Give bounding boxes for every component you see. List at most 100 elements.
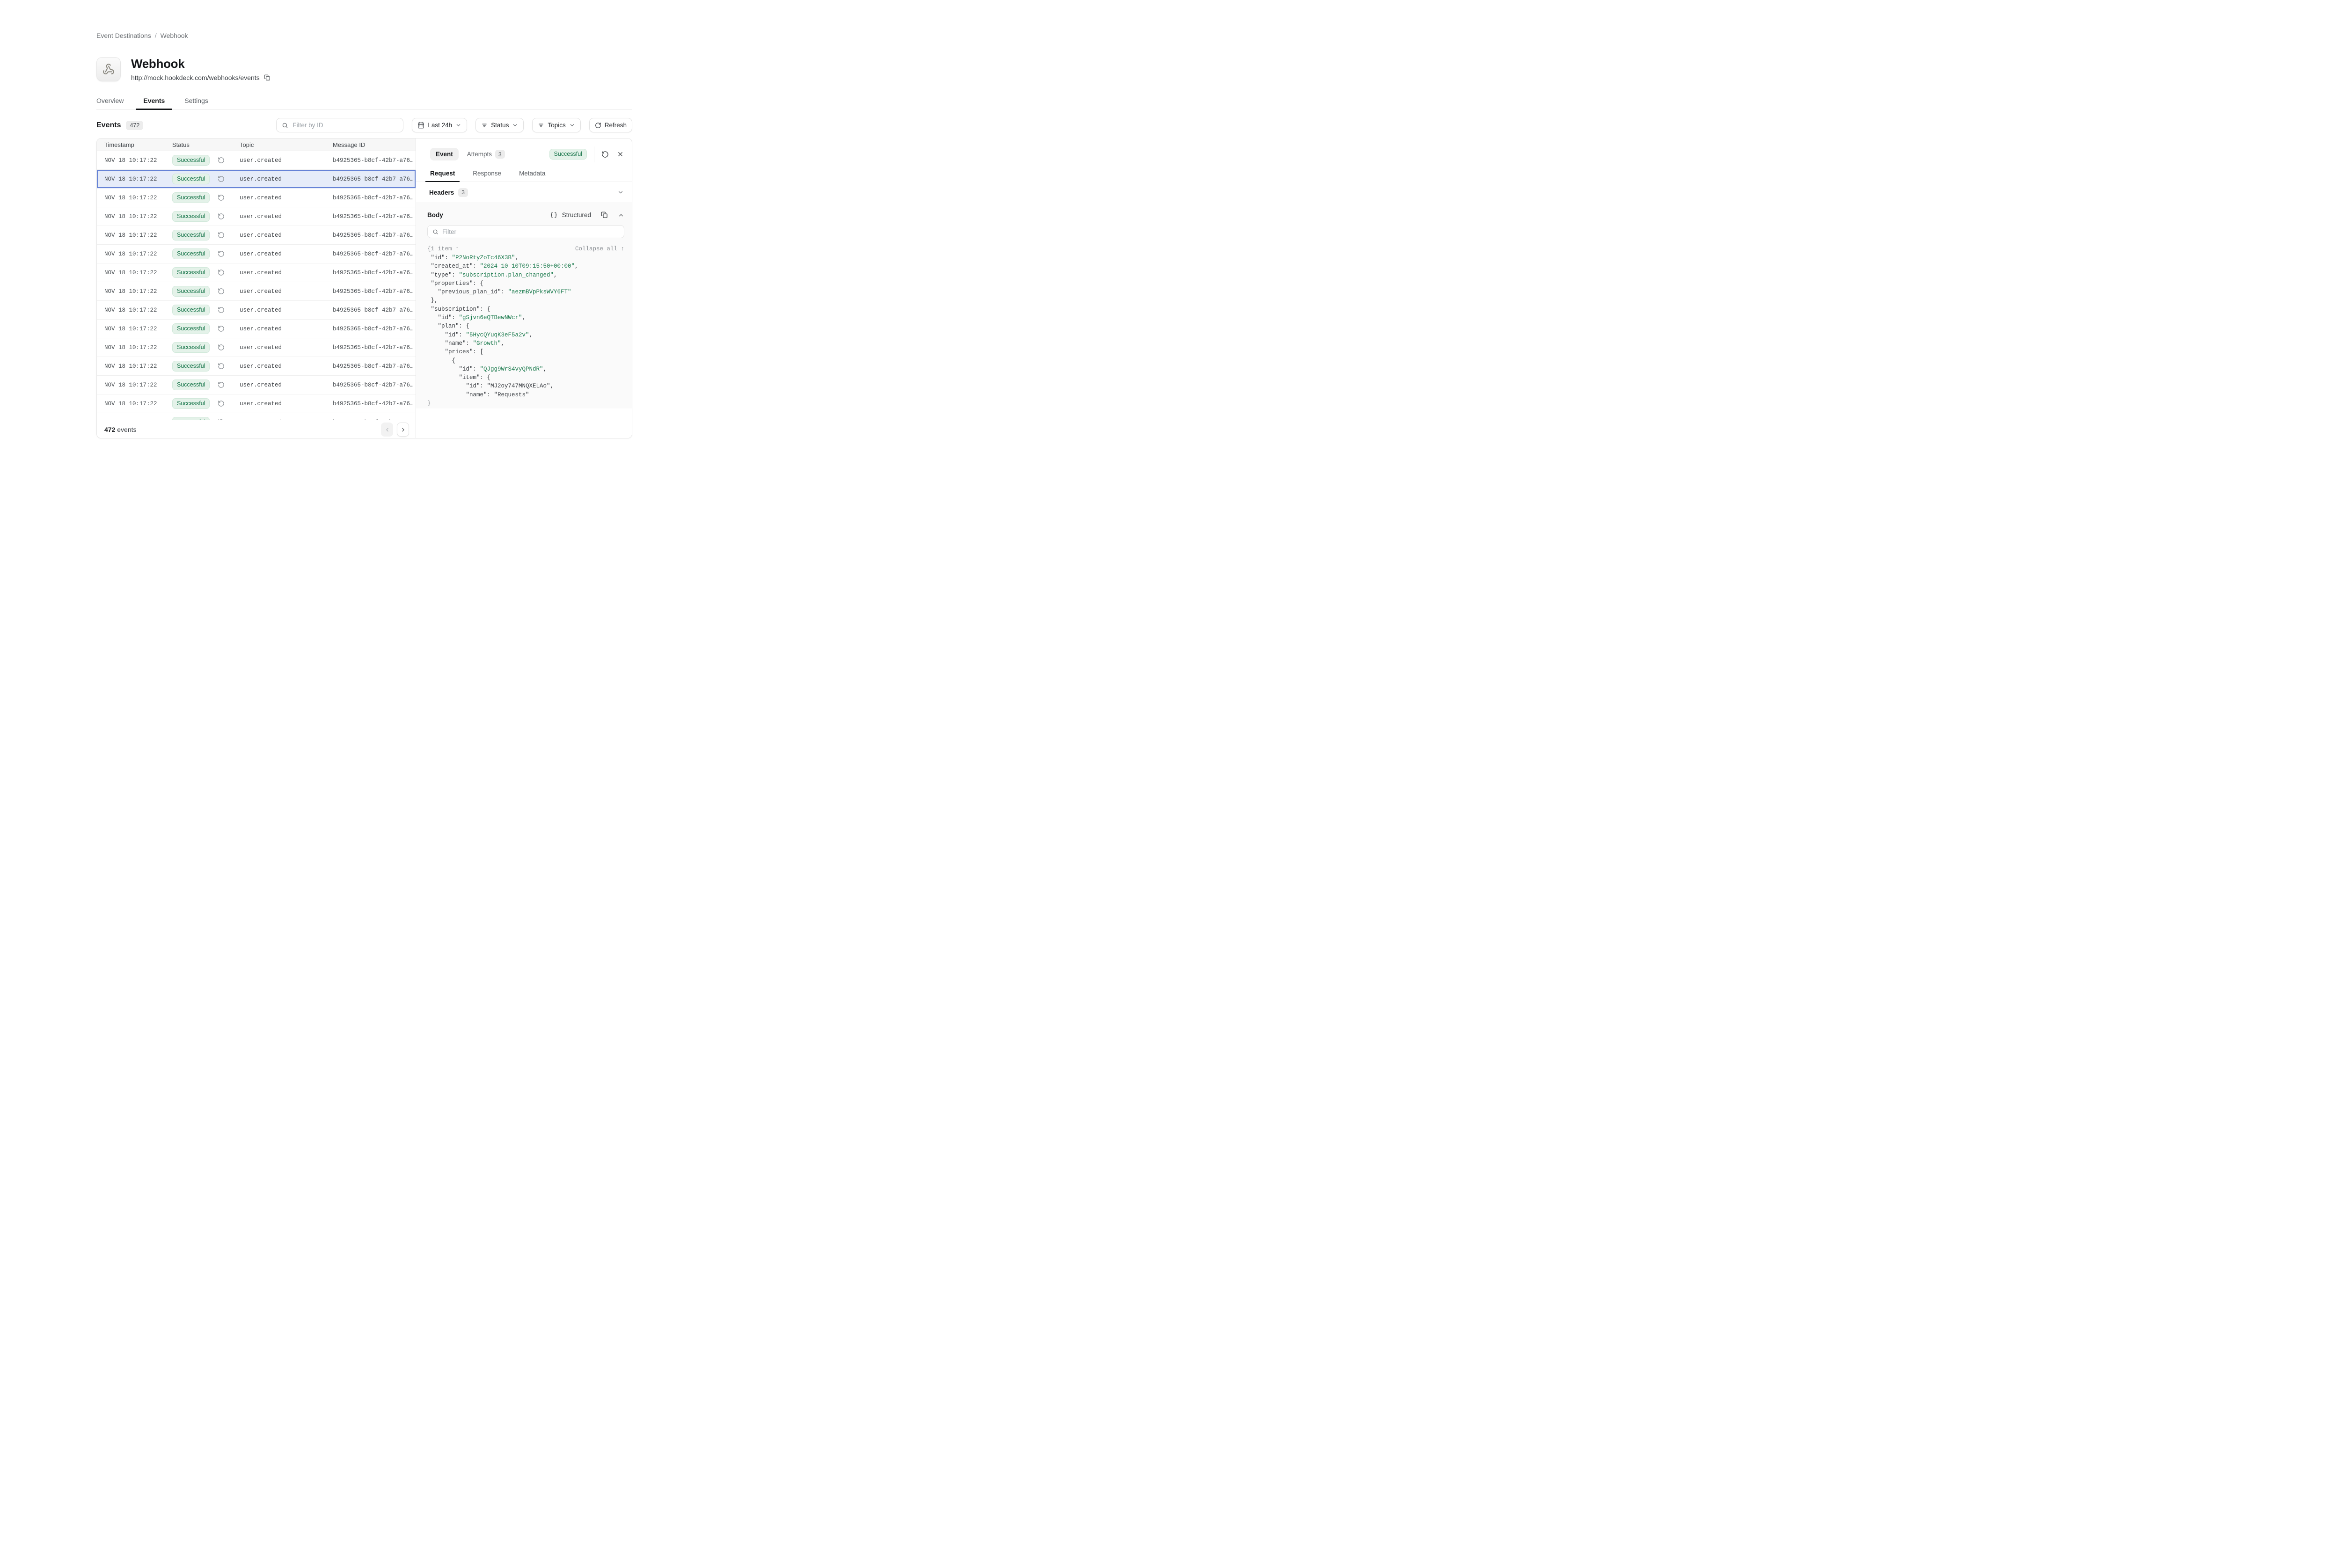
retry-icon[interactable] [218,269,225,276]
row-topic: user.created [240,195,333,201]
retry-event-icon[interactable] [601,151,609,158]
row-topic: user.created [240,157,333,164]
pagination-prev-button[interactable] [381,423,393,437]
tab-attempts[interactable]: Attempts 3 [467,150,505,159]
table-row[interactable]: NOV 18 10:17:22Successfuluser.createdb49… [97,151,416,170]
calendar-icon [417,122,424,129]
status-badge: Successful [172,230,210,241]
close-icon[interactable] [617,151,624,158]
body-filter-search[interactable] [427,225,624,238]
table-row[interactable]: NOV 18 10:17:22Successfuluser.createdb49… [97,170,416,189]
column-timestamp: Timestamp [104,141,172,148]
retry-icon[interactable] [218,381,225,388]
tab-overview[interactable]: Overview [96,94,131,109]
topics-filter-label: Topics [548,122,565,129]
retry-icon[interactable] [218,363,225,370]
json-line: "id": "MJ2oy747MNQXELAo", [427,382,624,390]
row-timestamp: NOV 18 10:17:22 [104,363,172,370]
refresh-label: Refresh [605,122,627,129]
webhook-icon [102,63,115,75]
json-line: "item": { [427,373,624,382]
table-row[interactable]: NOV 18 10:17:22Successfuluser.createdb49… [97,207,416,226]
breadcrumb-event-destinations[interactable]: Event Destinations [96,32,151,39]
filter-by-id-search[interactable] [276,118,403,132]
headers-section-toggle[interactable]: Headers 3 [416,182,632,203]
time-filter-button[interactable]: Last 24h [412,118,467,132]
table-row[interactable]: NOV 18 10:17:22Successfuluser.createdb49… [97,245,416,263]
json-items-meta[interactable]: {1 item ↑ [427,246,459,252]
copy-body-icon[interactable] [601,211,608,219]
retry-icon[interactable] [218,175,225,182]
table-row[interactable]: NOV 18 10:17:22Successfuluser.createdb49… [97,282,416,301]
retry-icon[interactable] [218,232,225,239]
json-line: "id": "QJgg9WrS4vyQPNdR", [427,365,624,373]
row-message-id: b4925365-b8cf-42b7-a76… [333,326,416,332]
row-topic: user.created [240,176,333,182]
table-row[interactable]: NOV 18 10:17:22Successfuluser.createdb49… [97,226,416,245]
retry-icon[interactable] [218,157,225,164]
row-message-id: b4925365-b8cf-42b7-a76… [333,157,416,164]
table-row[interactable]: NOV 18 10:17:22Successfuluser.createdb49… [97,413,416,420]
row-timestamp: NOV 18 10:17:22 [104,401,172,407]
tab-metadata[interactable]: Metadata [514,170,550,182]
table-row[interactable]: NOV 18 10:17:22Successfuluser.createdb49… [97,320,416,338]
row-topic: user.created [240,307,333,314]
row-topic: user.created [240,363,333,370]
events-heading: Events [96,121,121,130]
retry-icon[interactable] [218,250,225,257]
body-filter-input[interactable] [442,228,619,235]
tab-events[interactable]: Events [136,94,172,109]
json-line: "plan": { [427,322,624,330]
table-row[interactable]: NOV 18 10:17:22Successfuluser.createdb49… [97,394,416,413]
json-body-viewer[interactable]: "id": "P2NoRtyZoTc46X3B", "created_at": … [427,254,624,408]
refresh-button[interactable]: Refresh [589,118,632,132]
row-timestamp: NOV 18 10:17:22 [104,270,172,276]
topics-filter-button[interactable]: Topics [532,118,580,132]
row-message-id: b4925365-b8cf-42b7-a76… [333,363,416,370]
row-timestamp: NOV 18 10:17:22 [104,232,172,239]
page: Event Destinations / Webhook Webhook htt… [96,32,632,438]
table-row[interactable]: NOV 18 10:17:22Successfuluser.createdb49… [97,263,416,282]
copy-url-icon[interactable] [264,74,271,81]
retry-icon[interactable] [218,325,225,332]
status-filter-button[interactable]: Status [475,118,524,132]
tab-settings[interactable]: Settings [177,94,216,109]
search-input[interactable] [292,122,398,129]
row-message-id: b4925365-b8cf-42b7-a76… [333,382,416,388]
retry-icon[interactable] [218,344,225,351]
table-row[interactable]: NOV 18 10:17:22Successfuluser.createdb49… [97,189,416,207]
row-message-id: b4925365-b8cf-42b7-a76… [333,213,416,220]
row-message-id: b4925365-b8cf-42b7-a76… [333,232,416,239]
retry-icon[interactable] [218,306,225,314]
filter-lines-icon [481,122,488,129]
status-badge: Successful [172,305,210,315]
collapse-all-button[interactable]: Collapse all ↑ [575,246,624,252]
retry-icon[interactable] [218,213,225,220]
attempts-label: Attempts [467,151,492,158]
row-message-id: b4925365-b8cf-42b7-a76… [333,288,416,295]
pagination-next-button[interactable] [397,423,409,437]
events-table: Timestamp Status Topic Message ID NOV 18… [97,139,416,438]
breadcrumb-webhook[interactable]: Webhook [161,32,188,39]
tab-event[interactable]: Event [430,148,459,160]
table-row[interactable]: NOV 18 10:17:22Successfuluser.createdb49… [97,301,416,320]
tab-request[interactable]: Request [425,170,460,182]
breadcrumb-separator: / [155,32,157,39]
tab-response[interactable]: Response [468,170,506,182]
retry-icon[interactable] [218,194,225,201]
table-row[interactable]: NOV 18 10:17:22Successfuluser.createdb49… [97,357,416,376]
search-icon [282,122,288,129]
retry-icon[interactable] [218,288,225,295]
structured-toggle[interactable]: {} Structured [550,211,591,219]
table-rows: NOV 18 10:17:22Successfuluser.createdb49… [97,151,416,413]
table-row[interactable]: NOV 18 10:17:22Successfuluser.createdb49… [97,376,416,394]
collapse-body-icon[interactable] [618,212,624,219]
headers-count-badge: 3 [458,188,468,197]
status-filter-label: Status [491,122,509,129]
json-line: } [427,399,624,408]
row-topic: user.created [240,288,333,295]
events-main-container: Timestamp Status Topic Message ID NOV 18… [96,138,632,438]
status-badge: Successful [172,286,210,297]
retry-icon[interactable] [218,400,225,407]
table-row[interactable]: NOV 18 10:17:22Successfuluser.createdb49… [97,338,416,357]
